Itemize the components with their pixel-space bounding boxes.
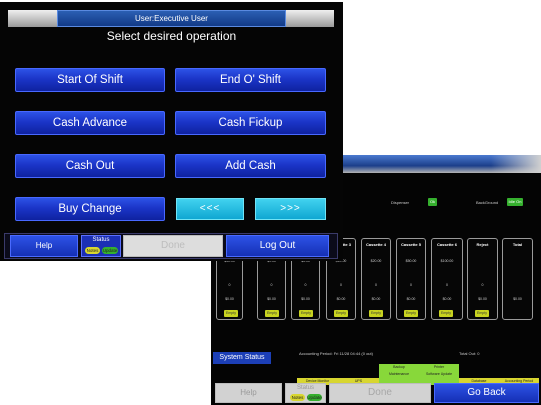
previous-page-button[interactable]: <<< — [176, 198, 244, 220]
status-label: Status — [92, 237, 110, 243]
title-bar-fade — [491, 155, 541, 173]
cassette-status-badge: Empty — [369, 310, 383, 317]
end-of-shift-button[interactable]: End O' Shift — [175, 68, 326, 92]
title-bar-left — [8, 10, 57, 27]
next-page-button[interactable]: >>> — [255, 198, 326, 220]
help-button[interactable]: Help — [10, 235, 78, 257]
start-of-shift-button[interactable]: Start Of Shift — [15, 68, 165, 92]
cassette-total: $0.00 — [371, 297, 381, 301]
cassette-count: 0 — [375, 283, 377, 287]
notes-pill: Notes — [290, 394, 305, 401]
cassette-total: $0.00 — [267, 297, 276, 301]
status-indicator-group: Status Notes Update — [285, 383, 326, 403]
cassette-denomination: $50.00 — [405, 259, 417, 263]
total-column: Total $0.00 — [502, 238, 533, 320]
cassette-count: 0 — [410, 283, 412, 287]
done-button[interactable]: Done — [329, 383, 431, 403]
total-title: Total — [512, 242, 523, 247]
accounting-period-text: Accounting Period: Fri 11/28 04:44 (0 ou… — [299, 351, 373, 356]
backup-status: Backup — [379, 364, 419, 371]
cassette-status-badge: Empty — [265, 310, 279, 317]
page-heading: Select desired operation — [106, 29, 237, 43]
cassette-status-badge: Empty — [334, 310, 348, 317]
system-status-title: System Status — [213, 352, 271, 364]
cassette-denomination: $100.00 — [440, 259, 454, 263]
grand-total: $0.00 — [513, 297, 522, 301]
cassette-title: Reject — [476, 242, 489, 247]
cassette-title: Cassette 5 — [400, 242, 421, 247]
cash-pickup-button[interactable]: Cash Fickup — [175, 111, 326, 135]
buy-change-button[interactable]: Buy Change — [15, 197, 165, 221]
reject-column: Reject 0 $0.00 Empty — [467, 238, 498, 320]
cassette-total: $0.00 — [406, 297, 416, 301]
cash-advance-button[interactable]: Cash Advance — [15, 111, 165, 135]
cassette-total: $0.00 — [225, 297, 234, 301]
done-button[interactable]: Done — [123, 235, 223, 257]
cassette-total: $0.00 — [336, 297, 346, 301]
cassette-count: 0 — [228, 283, 231, 287]
background-indicator: Idle On — [507, 198, 523, 206]
cash-out-button[interactable]: Cash Out — [15, 154, 165, 178]
add-cash-button[interactable]: Add Cash — [175, 154, 326, 178]
maintenance-status: Maintenance — [379, 371, 419, 378]
printer-status: Printer — [419, 364, 459, 371]
total-out-text: Total Out: 0 — [459, 351, 480, 356]
cassette-status-badge: Empty — [475, 310, 489, 317]
cassette-column: Cassette 5 $50.00 0 $0.00 Empty — [396, 238, 426, 320]
cassette-status-badge: Empty — [299, 310, 313, 317]
cassette-denomination: $20.00 — [370, 259, 382, 263]
cassette-count: 0 — [446, 283, 448, 287]
cassette-status-badge: Empty — [224, 310, 238, 317]
status-label: Status — [296, 385, 314, 391]
software-update-status: Software Update — [419, 371, 459, 378]
cassette-count: 0 — [340, 283, 342, 287]
cassette-count: 0 — [304, 283, 307, 287]
cassette-column: Cassette 6 $100.00 0 $0.00 Empty — [431, 238, 463, 320]
update-pill: Update — [307, 394, 322, 401]
cassette-total: $0.00 — [478, 297, 487, 301]
dispenser-label: Dispenser — [391, 200, 410, 205]
title-bar-right — [286, 10, 334, 27]
background-label: BackGround — [476, 200, 499, 205]
go-back-button[interactable]: Go Back — [434, 383, 539, 403]
help-button[interactable]: Help — [215, 383, 282, 403]
cassette-total: $0.00 — [442, 297, 452, 301]
cassette-status-badge: Empty — [439, 310, 453, 317]
cassette-title: Cassette 4 — [365, 242, 386, 247]
cassette-count: 0 — [270, 283, 273, 287]
cassette-status-badge: Empty — [404, 310, 418, 317]
log-out-button[interactable]: Log Out — [226, 235, 329, 257]
notes-pill: Notes — [85, 247, 100, 254]
cassette-column: Cassette 4 $20.00 0 $0.00 Empty — [361, 238, 391, 320]
user-title: User:Executive User — [57, 10, 286, 27]
cassette-title: Cassette 6 — [436, 242, 457, 247]
dispenser-indicator: Ok — [428, 198, 437, 206]
operation-select-screen: User:Executive User Select desired opera… — [0, 2, 343, 261]
cassette-total: $0.00 — [301, 297, 310, 301]
cassette-count: 0 — [481, 283, 484, 287]
update-pill: Update — [102, 247, 118, 254]
status-indicator-group: Status Notes Update — [81, 235, 121, 257]
